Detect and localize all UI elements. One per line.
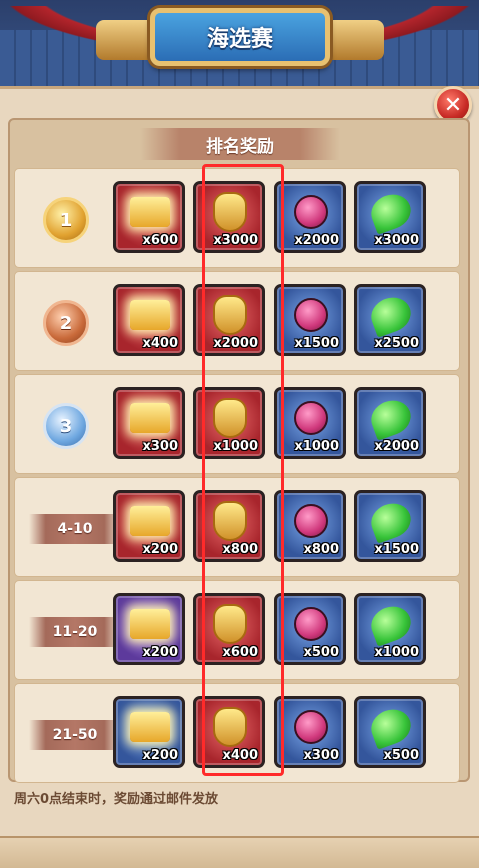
footer-note: 周六0点结束时，奖励通过邮件发放 xyxy=(14,792,219,807)
reward-quantity: x300 xyxy=(303,748,339,763)
green-drop-icon xyxy=(366,601,416,647)
potion-icon xyxy=(294,195,328,229)
potion-icon xyxy=(294,504,328,538)
potion-icon xyxy=(294,607,328,641)
rank-label: 21-50 xyxy=(52,727,98,743)
reward-quantity: x300 xyxy=(142,439,178,454)
reward-item[interactable]: x1500 xyxy=(354,490,426,562)
page-title: 海选赛 xyxy=(206,27,273,52)
chest-icon xyxy=(130,712,170,742)
rank-ribbon: 4-10 xyxy=(29,514,121,544)
chest-icon xyxy=(130,197,170,227)
bottom-bar xyxy=(0,836,479,868)
reward-item[interactable]: x2000 xyxy=(354,387,426,459)
green-drop-icon xyxy=(366,498,416,544)
reward-quantity: x2000 xyxy=(374,439,419,454)
reward-quantity: x500 xyxy=(383,748,419,763)
reward-quantity: x2500 xyxy=(374,336,419,351)
reward-quantity: x3000 xyxy=(374,233,419,248)
reward-item[interactable]: x1000 xyxy=(274,387,346,459)
reward-item[interactable]: x2000 xyxy=(274,181,346,253)
green-drop-icon xyxy=(366,395,416,441)
rank-medal-icon: 1 xyxy=(43,197,89,243)
green-drop-icon xyxy=(366,189,416,235)
reward-item[interactable]: x500 xyxy=(354,696,426,768)
reward-quantity: x500 xyxy=(303,645,339,660)
potion-icon xyxy=(294,710,328,744)
reward-quantity: x200 xyxy=(142,542,178,557)
reward-quantity: x1500 xyxy=(294,336,339,351)
reward-item[interactable]: x200 xyxy=(113,490,185,562)
reward-item[interactable]: x1500 xyxy=(274,284,346,356)
reward-item[interactable]: x200 xyxy=(113,593,185,665)
reward-quantity: x800 xyxy=(303,542,339,557)
reward-item[interactable]: x400 xyxy=(113,284,185,356)
rank-label: 3 xyxy=(59,415,73,437)
reward-item[interactable]: x2500 xyxy=(354,284,426,356)
reward-quantity: x2000 xyxy=(294,233,339,248)
green-drop-icon xyxy=(366,704,416,750)
reward-quantity: x200 xyxy=(142,645,178,660)
reward-item[interactable]: x300 xyxy=(113,387,185,459)
rank-label: 2 xyxy=(59,312,73,334)
reward-quantity: x400 xyxy=(142,336,178,351)
reward-item[interactable]: x800 xyxy=(274,490,346,562)
rank-medal-icon: 3 xyxy=(43,403,89,449)
chest-icon xyxy=(130,300,170,330)
rank-label: 1 xyxy=(59,209,73,231)
reward-quantity: x1000 xyxy=(374,645,419,660)
potion-icon xyxy=(294,298,328,332)
potion-icon xyxy=(294,401,328,435)
rank-medal-icon: 2 xyxy=(43,300,89,346)
reward-item[interactable]: x1000 xyxy=(354,593,426,665)
chest-icon xyxy=(130,506,170,536)
close-icon: ✕ xyxy=(443,92,463,118)
highlight-frame xyxy=(202,164,284,776)
section-title: 排名奖励 xyxy=(206,136,274,157)
rank-label: 4-10 xyxy=(57,521,93,537)
rank-ribbon: 21-50 xyxy=(29,720,121,750)
reward-quantity: x1000 xyxy=(294,439,339,454)
reward-quantity: x200 xyxy=(142,748,178,763)
reward-item[interactable]: x200 xyxy=(113,696,185,768)
green-drop-icon xyxy=(366,292,416,338)
chest-icon xyxy=(130,609,170,639)
reward-item[interactable]: x500 xyxy=(274,593,346,665)
reward-quantity: x600 xyxy=(142,233,178,248)
reward-quantity: x1500 xyxy=(374,542,419,557)
reward-item[interactable]: x3000 xyxy=(354,181,426,253)
rank-ribbon: 11-20 xyxy=(29,617,121,647)
reward-item[interactable]: x600 xyxy=(113,181,185,253)
title-plate: 海选赛 xyxy=(150,8,330,66)
section-title-banner: 排名奖励 xyxy=(140,128,340,160)
rank-label: 11-20 xyxy=(52,624,98,640)
chest-icon xyxy=(130,403,170,433)
reward-item[interactable]: x300 xyxy=(274,696,346,768)
